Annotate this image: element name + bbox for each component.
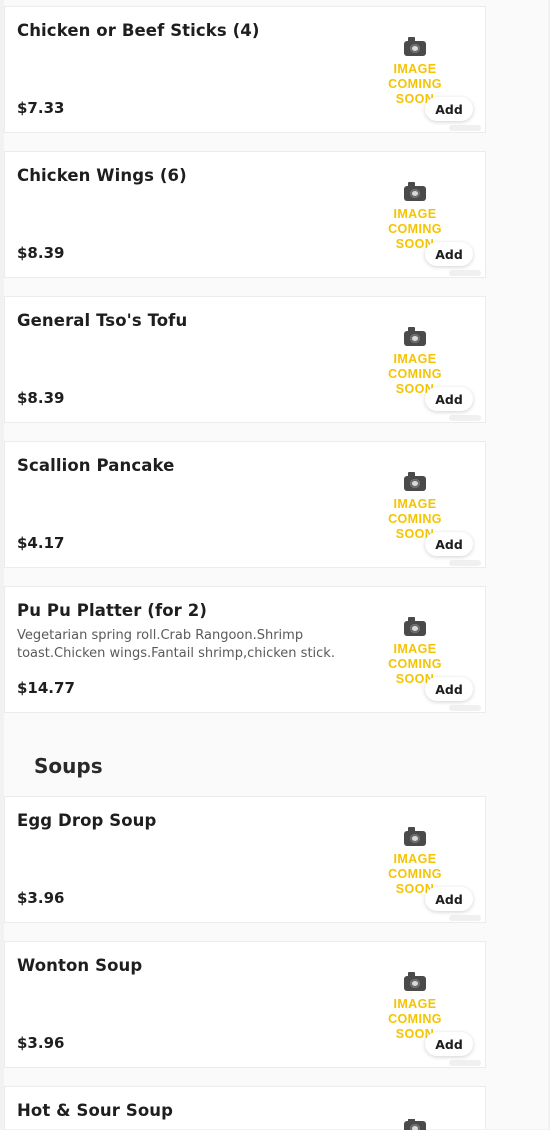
camera-icon bbox=[404, 827, 426, 846]
item-image-placeholder: IMAGE COMING SOON bbox=[367, 617, 463, 686]
add-button-shadow bbox=[449, 560, 481, 566]
item-name: Hot & Sour Soup bbox=[17, 1101, 174, 1120]
item-name: Egg Drop Soup bbox=[17, 811, 157, 830]
placeholder-text-1: IMAGE bbox=[393, 207, 437, 221]
menu-item-card[interactable]: Hot & Sour Soup bbox=[4, 1086, 486, 1130]
item-name: Pu Pu Platter (for 2) bbox=[17, 601, 207, 620]
menu-item-card[interactable]: Pu Pu Platter (for 2) Vegetarian spring … bbox=[4, 586, 486, 713]
placeholder-text-1: IMAGE bbox=[393, 997, 437, 1011]
placeholder-text-1: IMAGE bbox=[393, 642, 437, 656]
add-button[interactable]: Add bbox=[425, 887, 473, 911]
camera-icon bbox=[404, 972, 426, 991]
item-description: Vegetarian spring roll.Crab Rangoon.Shri… bbox=[17, 628, 335, 661]
menu-item-card[interactable]: Chicken Wings (6) $8.39 IMAGE COMING SOO… bbox=[4, 151, 486, 278]
item-image-placeholder: IMAGE COMING SOON bbox=[367, 472, 463, 541]
placeholder-text-1: IMAGE bbox=[393, 352, 437, 366]
add-button[interactable]: Add bbox=[425, 242, 473, 266]
item-image-placeholder: IMAGE COMING SOON bbox=[367, 327, 463, 396]
menu-item-card[interactable]: Wonton Soup $3.96 IMAGE COMING SOON Add bbox=[4, 941, 486, 1068]
menu-item-card[interactable]: Scallion Pancake $4.17 IMAGE COMING SOON… bbox=[4, 441, 486, 568]
add-button-shadow bbox=[449, 705, 481, 711]
camera-icon bbox=[404, 37, 426, 56]
add-button-shadow bbox=[449, 415, 481, 421]
add-button-shadow bbox=[449, 125, 481, 131]
menu-item-card[interactable]: Egg Drop Soup $3.96 IMAGE COMING SOON Ad… bbox=[4, 796, 486, 923]
camera-icon bbox=[404, 327, 426, 346]
add-button[interactable]: Add bbox=[425, 387, 473, 411]
add-button[interactable]: Add bbox=[425, 532, 473, 556]
menu-item-card[interactable]: Chicken or Beef Sticks (4) $7.33 IMAGE C… bbox=[4, 6, 486, 133]
item-name: Chicken or Beef Sticks (4) bbox=[17, 21, 260, 40]
item-price: $7.33 bbox=[17, 99, 65, 117]
item-price: $8.39 bbox=[17, 389, 65, 407]
camera-icon bbox=[404, 182, 426, 201]
item-price: $8.39 bbox=[17, 244, 65, 262]
add-button-shadow bbox=[449, 1060, 481, 1066]
item-image-placeholder: IMAGE COMING SOON bbox=[367, 37, 463, 106]
item-price: $3.96 bbox=[17, 889, 65, 907]
item-name: Wonton Soup bbox=[17, 956, 143, 975]
item-image-placeholder: IMAGE COMING SOON bbox=[367, 972, 463, 1041]
menu-page: Chicken or Beef Sticks (4) $7.33 IMAGE C… bbox=[4, 0, 548, 1130]
item-image-placeholder: IMAGE COMING SOON bbox=[367, 827, 463, 896]
placeholder-text-1: IMAGE bbox=[393, 62, 437, 76]
section-title-soups: Soups bbox=[34, 754, 103, 778]
placeholder-text-1: IMAGE bbox=[393, 852, 437, 866]
item-name: Scallion Pancake bbox=[17, 456, 175, 475]
menu-item-card[interactable]: General Tso's Tofu $8.39 IMAGE COMING SO… bbox=[4, 296, 486, 423]
item-price: $3.96 bbox=[17, 1034, 65, 1052]
add-button-shadow bbox=[449, 270, 481, 276]
item-name: General Tso's Tofu bbox=[17, 311, 188, 330]
add-button[interactable]: Add bbox=[425, 97, 473, 121]
add-button[interactable]: Add bbox=[425, 1032, 473, 1056]
item-price: $14.77 bbox=[17, 679, 75, 697]
item-image-placeholder: IMAGE COMING SOON bbox=[367, 182, 463, 251]
item-image-placeholder bbox=[367, 1119, 463, 1130]
add-button-shadow bbox=[449, 915, 481, 921]
item-price: $4.17 bbox=[17, 534, 65, 552]
item-name: Chicken Wings (6) bbox=[17, 166, 187, 185]
camera-icon bbox=[404, 472, 426, 491]
add-button[interactable]: Add bbox=[425, 677, 473, 701]
placeholder-text-1: IMAGE bbox=[393, 497, 437, 511]
camera-icon bbox=[404, 617, 426, 636]
